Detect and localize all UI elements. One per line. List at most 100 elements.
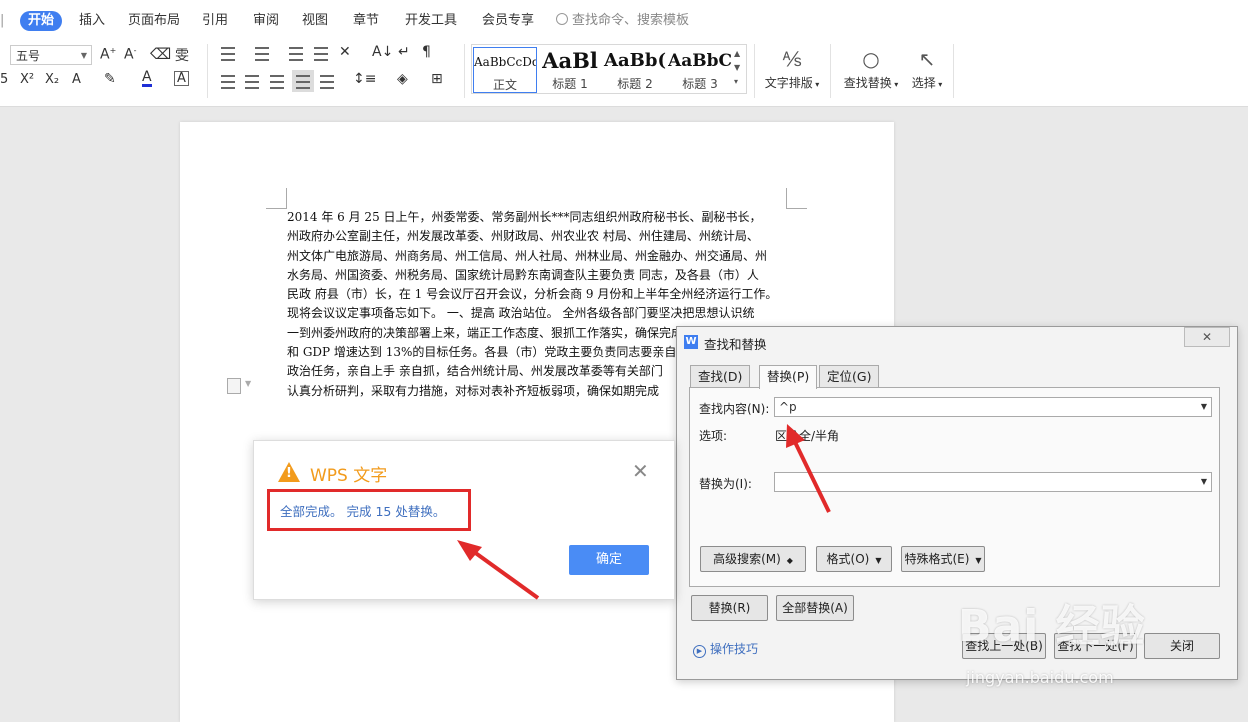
shading-icon[interactable]: ◈ xyxy=(397,71,408,87)
strikethrough-icon[interactable]: 5 xyxy=(0,72,8,87)
command-search[interactable]: 查找命令、搜索模板 xyxy=(556,11,689,31)
clear-format-icon[interactable]: ⌫ xyxy=(150,45,171,63)
text-layout-icon: ⅍ xyxy=(782,47,802,71)
alert-title: WPS 文字 xyxy=(310,466,388,486)
tab-page-layout[interactable]: 页面布局 xyxy=(120,11,188,31)
style-heading-1[interactable]: AaBl 标题 1 xyxy=(538,47,602,93)
font-size-select[interactable]: 五号 ▼ xyxy=(10,45,92,65)
align-right-icon[interactable] xyxy=(270,75,284,92)
close-button[interactable]: 关闭 xyxy=(1144,633,1220,659)
warning-icon: ! xyxy=(278,462,300,482)
shrink-font-icon[interactable]: A- xyxy=(124,46,136,63)
bullet-list-icon[interactable] xyxy=(221,47,235,64)
ribbon-separator xyxy=(464,44,465,98)
decrease-indent-icon[interactable] xyxy=(289,47,303,64)
special-format-label: 特殊格式(E) xyxy=(904,552,970,566)
style-normal[interactable]: AaBbCcDd 正文 xyxy=(473,47,537,93)
doc-line: 现将会议议定事项备忘如下。 一、提高 政治站位。 全州各级各部门要坚决把思想认识… xyxy=(287,306,755,321)
char-border-icon[interactable]: A xyxy=(174,71,189,86)
text-effect-icon[interactable]: A xyxy=(72,72,81,87)
cursor-icon: ↖ xyxy=(918,47,936,71)
close-icon: ✕ xyxy=(1201,330,1213,344)
options-value: 区分全/半角 xyxy=(775,429,840,443)
sort-icon[interactable]: A↓ xyxy=(372,44,393,60)
increase-indent-icon[interactable] xyxy=(314,47,328,64)
replace-input[interactable]: ▼ xyxy=(774,472,1212,492)
text-layout-label: 文字排版 xyxy=(764,76,813,90)
tab-find[interactable]: 查找(D) xyxy=(690,365,751,388)
wps-writer-icon: W xyxy=(684,335,698,349)
tab-home[interactable]: 开始 xyxy=(20,11,63,31)
replace-button[interactable]: 替换(R) xyxy=(691,595,768,621)
ribbon-separator xyxy=(830,44,831,98)
paragraph-mark-icon[interactable]: ¶ xyxy=(422,44,431,60)
paragraph-layout-icon[interactable] xyxy=(227,378,241,394)
text-layout-button[interactable]: ⅍ 文字排版 ▾ xyxy=(762,44,822,91)
select-label: 选择 xyxy=(911,76,936,90)
chinese-layout-icon[interactable]: ✕ xyxy=(339,44,351,60)
advanced-search-button[interactable]: 高级搜索(M) ◆ xyxy=(700,546,806,572)
style-heading-2-sample: AaBb( xyxy=(604,50,666,71)
format-button[interactable]: 格式(O) ▼ xyxy=(816,546,892,572)
style-heading-3[interactable]: AaBbC 标题 3 xyxy=(668,47,732,93)
select-button[interactable]: ↖ 选择 ▾ xyxy=(908,44,946,91)
line-spacing-icon[interactable]: ↕≡ xyxy=(353,71,376,87)
options-label: 选项: xyxy=(699,429,728,443)
chevron-down-icon[interactable]: ▼ xyxy=(1201,473,1207,491)
ribbon-separator xyxy=(953,44,954,98)
margin-corner-top-right xyxy=(786,188,807,209)
ribbon-separator xyxy=(207,44,208,98)
tab-insert[interactable]: 插入 xyxy=(71,11,113,31)
chevron-down-icon[interactable]: ▼ xyxy=(1201,398,1207,416)
styles-scroll[interactable]: ▲ ▼ ▾ xyxy=(734,47,740,89)
find-replace-button[interactable]: ○ 查找替换 ▾ xyxy=(841,44,901,91)
style-heading-3-sample: AaBbC xyxy=(668,51,732,71)
style-normal-label: 正文 xyxy=(492,78,517,92)
close-icon[interactable]: ✕ xyxy=(632,461,649,481)
style-heading-1-label: 标题 1 xyxy=(552,77,588,91)
search-icon xyxy=(556,13,568,25)
align-center-icon[interactable] xyxy=(245,75,259,92)
styles-gallery: AaBbCcDd 正文 AaBl 标题 1 AaBb( 标题 2 AaBbC 标… xyxy=(471,44,747,94)
find-value: ^p xyxy=(779,400,797,414)
distributed-icon[interactable] xyxy=(320,75,334,92)
borders-icon[interactable]: ⊞ xyxy=(431,71,443,87)
justify-button[interactable] xyxy=(292,70,314,92)
show-marks-icon[interactable]: ↵ xyxy=(398,44,410,60)
numbered-list-icon[interactable] xyxy=(255,47,269,64)
phonetic-icon[interactable]: 雯 xyxy=(175,45,189,65)
find-input[interactable]: ^p ▼ xyxy=(774,397,1212,417)
dialog-close-button[interactable]: ✕ xyxy=(1184,327,1230,347)
superscript-icon[interactable]: X² xyxy=(20,72,34,87)
margin-corner-top-left xyxy=(266,188,287,209)
grow-font-icon[interactable]: A+ xyxy=(100,46,116,63)
format-label: 格式(O) xyxy=(826,552,870,566)
doc-line: 民政 府县（市）长，在 1 号会议厅召开会议，分析会商 9 月份和上半年全州经济… xyxy=(287,287,778,302)
style-heading-2[interactable]: AaBb( 标题 2 xyxy=(603,47,667,93)
replace-all-button[interactable]: 全部替换(A) xyxy=(776,595,854,621)
tab-review[interactable]: 审阅 xyxy=(245,11,287,31)
chevron-down-icon[interactable]: ▼ xyxy=(245,379,251,388)
tab-developer[interactable]: 开发工具 xyxy=(397,11,465,31)
special-format-button[interactable]: 特殊格式(E) ▼ xyxy=(901,546,985,572)
menu-edge: | xyxy=(0,13,5,28)
subscript-icon[interactable]: X₂ xyxy=(45,72,59,87)
tab-goto[interactable]: 定位(G) xyxy=(819,365,880,388)
doc-line: 州政府办公室副主任，州发展改革委、州财政局、州农业农 村局、州住建局、州统计局、 xyxy=(287,229,759,244)
tips-link[interactable]: ▶ 操作技巧 xyxy=(693,640,758,658)
ribbon-separator xyxy=(754,44,755,98)
find-replace-label: 查找替换 xyxy=(843,76,892,90)
align-left-icon[interactable] xyxy=(221,75,235,92)
tips-label: 操作技巧 xyxy=(710,642,759,656)
tab-references[interactable]: 引用 xyxy=(194,11,236,31)
ok-button[interactable]: 确定 xyxy=(569,545,649,575)
tab-view[interactable]: 视图 xyxy=(294,11,336,31)
style-heading-3-label: 标题 3 xyxy=(682,77,718,91)
highlight-icon[interactable]: ✎ xyxy=(104,71,116,87)
font-color-icon[interactable]: A xyxy=(142,70,152,87)
watermark-url: jingyan.baidu.com xyxy=(966,668,1114,687)
tab-replace[interactable]: 替换(P) xyxy=(759,365,818,389)
tab-chapter[interactable]: 章节 xyxy=(345,11,387,31)
tab-member[interactable]: 会员专享 xyxy=(474,11,542,31)
play-icon: ▶ xyxy=(693,645,706,658)
